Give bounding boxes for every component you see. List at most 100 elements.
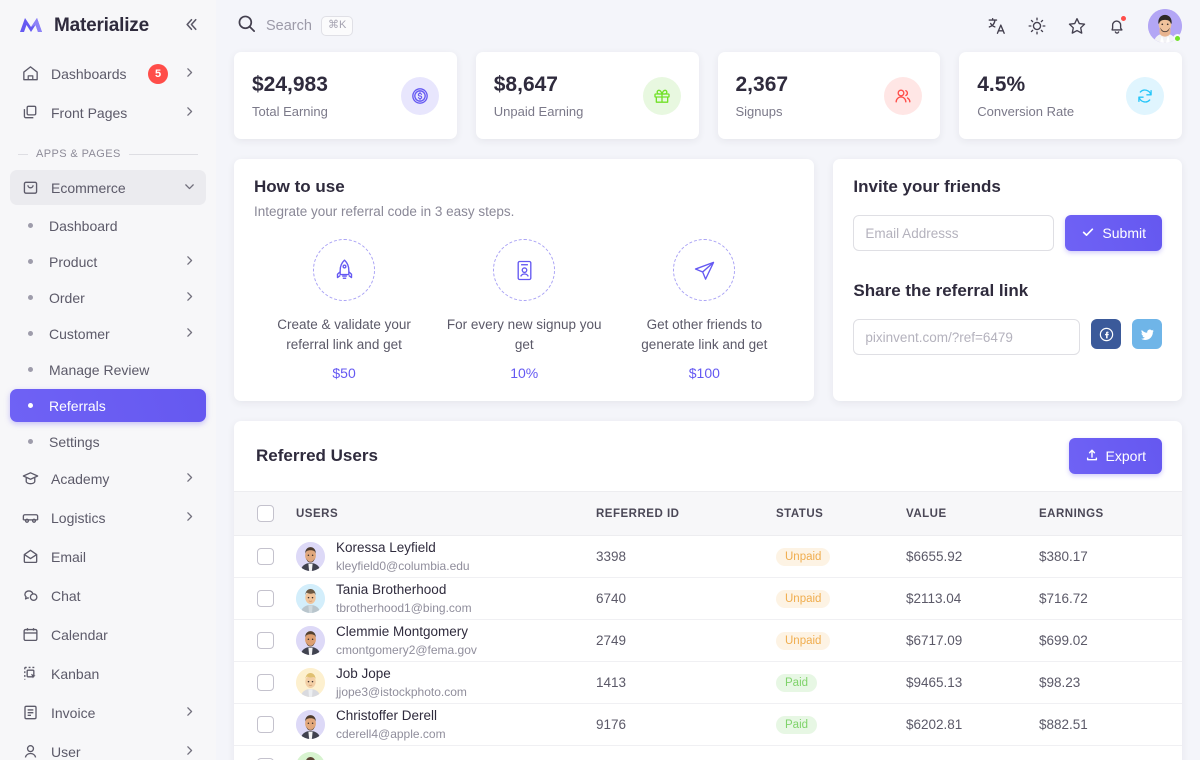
share-referral-title: Share the referral link [853, 281, 1162, 301]
bell-icon[interactable] [1102, 11, 1132, 41]
table-row[interactable]: Koressa Leyfield kleyfield0@columbia.edu… [234, 536, 1182, 578]
graduation-cap-icon [20, 469, 40, 489]
sidebar-item-label: Customer [49, 326, 172, 342]
notification-badge-dot [1120, 15, 1127, 22]
export-label: Export [1106, 448, 1146, 464]
page-content: $24,983 Total Earning $8,647 Un [216, 52, 1200, 760]
status-badge: Paid [776, 674, 817, 692]
dashboards-badge: 5 [148, 64, 168, 84]
user-avatar [296, 626, 325, 655]
user-name: Tania Brotherhood [336, 581, 472, 599]
middle-row: How to use Integrate your referral code … [234, 159, 1182, 401]
sidebar-item-dashboards[interactable]: Dashboards 5 [10, 56, 206, 91]
sidebar-item-label: Logistics [51, 510, 172, 526]
search-input[interactable]: Search ⌘K [236, 13, 353, 39]
home-icon [20, 64, 40, 84]
chat-bubbles-icon [20, 586, 40, 606]
user-name: Job Jope [336, 665, 467, 683]
sidebar-group-nav: Ecommerce Dashboard Product Order [0, 166, 216, 760]
materialize-logo-icon [18, 13, 44, 39]
sidebar-item-user[interactable]: User [10, 734, 206, 760]
status-cell: Paid [776, 716, 906, 734]
row-checkbox[interactable] [234, 590, 296, 607]
sidebar-item-ecommerce[interactable]: Ecommerce [10, 170, 206, 205]
sidebar-item-label: Front Pages [51, 105, 172, 121]
twitter-icon[interactable] [1132, 319, 1162, 349]
sidebar-item-settings[interactable]: Settings [10, 425, 206, 458]
sidebar-item-kanban[interactable]: Kanban [10, 656, 206, 691]
user-email: tbrotherhood1@bing.com [336, 600, 472, 616]
sidebar-item-dashboard[interactable]: Dashboard [10, 209, 206, 242]
row-checkbox[interactable] [234, 632, 296, 649]
row-checkbox[interactable] [234, 674, 296, 691]
user-cell: Christoffer Derell cderell4@apple.com [296, 707, 596, 742]
select-all-checkbox[interactable] [234, 505, 296, 522]
id-card-icon [493, 239, 555, 301]
user-cell: Tania Brotherhood tbrotherhood1@bing.com [296, 581, 596, 616]
sidebar-item-product[interactable]: Product [10, 245, 206, 278]
sidebar-item-email[interactable]: Email [10, 539, 206, 574]
chevron-right-icon [183, 471, 196, 486]
step-text: Create & validate your referral link and… [266, 315, 422, 354]
stat-label: Conversion Rate [977, 104, 1074, 119]
table-row[interactable]: Clemmie Montgomery cmontgomery2@fema.gov… [234, 620, 1182, 662]
referred-id-cell: 3398 [596, 549, 776, 564]
search-shortcut: ⌘K [321, 16, 353, 35]
sidebar-item-label: Settings [49, 434, 196, 450]
sidebar-item-calendar[interactable]: Calendar [10, 617, 206, 652]
step-amount: $100 [626, 365, 782, 381]
brand: Materialize [0, 0, 216, 52]
sidebar-item-order[interactable]: Order [10, 281, 206, 314]
shopping-bag-icon [20, 178, 40, 198]
stat-value: 2,367 [736, 72, 789, 98]
table-row[interactable]: Christoffer Derell cderell4@apple.com 91… [234, 704, 1182, 746]
sidebar-item-label: Academy [51, 471, 172, 487]
user-cell: Herminia Evree [296, 752, 596, 760]
submit-button[interactable]: Submit [1065, 215, 1162, 251]
sidebar-item-manage-review[interactable]: Manage Review [10, 353, 206, 386]
table-row[interactable]: Herminia Evree [234, 746, 1182, 760]
chevrons-left-icon[interactable] [179, 13, 202, 39]
user-cell: Job Jope jjope3@istockphoto.com [296, 665, 596, 700]
table-row[interactable]: Job Jope jjope3@istockphoto.com 1413 Pai… [234, 662, 1182, 704]
sidebar-item-referrals[interactable]: Referrals [10, 389, 206, 422]
bullet-icon [28, 403, 33, 408]
stat-card-unpaid-earning: $8,647 Unpaid Earning [476, 52, 699, 139]
column-header-status: STATUS [776, 508, 906, 520]
value-cell: $9465.13 [906, 675, 1039, 690]
bullet-icon [28, 331, 33, 336]
how-to-use-title: How to use [254, 177, 794, 197]
chevron-right-icon [183, 290, 196, 305]
email-field[interactable] [853, 215, 1054, 251]
table-row[interactable]: Tania Brotherhood tbrotherhood1@bing.com… [234, 578, 1182, 620]
topbar: Search ⌘K [216, 0, 1200, 52]
sun-icon[interactable] [1022, 11, 1052, 41]
translate-icon[interactable] [982, 11, 1012, 41]
sidebar-item-label: Invoice [51, 705, 172, 721]
avatar[interactable] [1148, 9, 1182, 43]
step-create-link: Create & validate your referral link and… [254, 239, 434, 381]
sidebar-item-logistics[interactable]: Logistics [10, 500, 206, 535]
brand-name: Materialize [54, 15, 169, 37]
row-checkbox[interactable] [234, 548, 296, 565]
online-status-indicator [1173, 34, 1182, 43]
star-icon[interactable] [1062, 11, 1092, 41]
row-checkbox[interactable] [234, 716, 296, 733]
facebook-icon[interactable] [1091, 319, 1121, 349]
referral-link-field[interactable] [853, 319, 1080, 355]
sidebar-item-academy[interactable]: Academy [10, 461, 206, 496]
dollar-coin-icon [401, 77, 439, 115]
main-area: Search ⌘K [216, 0, 1200, 760]
sidebar-item-chat[interactable]: Chat [10, 578, 206, 613]
sidebar-item-front-pages[interactable]: Front Pages [10, 95, 206, 130]
sidebar-item-customer[interactable]: Customer [10, 317, 206, 350]
stat-card-total-earning: $24,983 Total Earning [234, 52, 457, 139]
invite-friends-card: Invite your friends Submit Share the ref… [833, 159, 1182, 401]
user-email: cmontgomery2@fema.gov [336, 642, 477, 658]
stat-cards: $24,983 Total Earning $8,647 Un [234, 52, 1182, 139]
export-button[interactable]: Export [1069, 438, 1162, 474]
user-avatar [296, 542, 325, 571]
sidebar-item-invoice[interactable]: Invoice [10, 695, 206, 730]
column-header-users: USERS [296, 508, 596, 520]
status-cell: Unpaid [776, 590, 906, 608]
